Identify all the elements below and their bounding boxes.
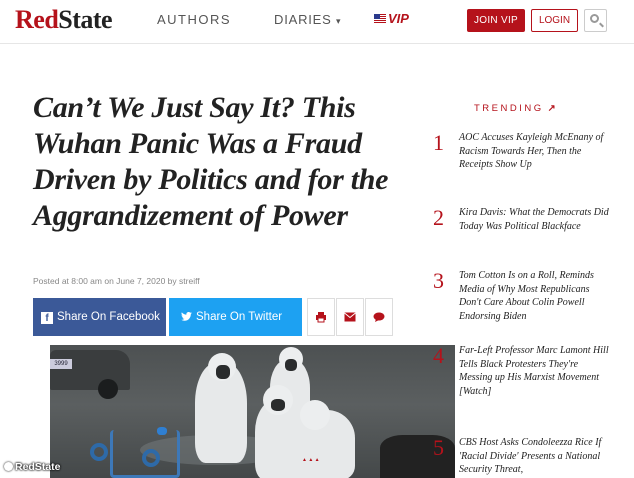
- trending-number: 2: [433, 205, 444, 230]
- respirator-mask: [285, 359, 297, 371]
- share-facebook-button[interactable]: f Share On Facebook: [33, 298, 166, 336]
- nav-authors[interactable]: AUTHORS: [157, 12, 231, 27]
- join-vip-button[interactable]: JOIN VIP: [467, 9, 525, 32]
- comment-button[interactable]: [365, 298, 393, 336]
- trending-link[interactable]: CBS Host Asks Condoleezza Rice If 'Racia…: [459, 436, 609, 477]
- suit-logo: ▲ ▲ ▲: [302, 457, 320, 463]
- watermark-label: RedState: [15, 461, 61, 473]
- print-icon: [316, 312, 326, 323]
- search-icon: [590, 14, 599, 23]
- license-plate: 3999: [50, 359, 72, 369]
- hazmat-hood: [300, 400, 330, 430]
- logo-dark-part: State: [58, 5, 113, 34]
- cart-wheel: [142, 449, 160, 467]
- trending-number: 3: [433, 268, 444, 293]
- cart-wheel: [90, 443, 108, 461]
- watermark-dot-icon: [4, 462, 13, 471]
- facebook-icon: f: [41, 312, 53, 324]
- mail-icon: [344, 312, 356, 322]
- blue-glove: [157, 427, 167, 435]
- article-photo: 3999 ▲ ▲ ▲: [50, 345, 455, 478]
- print-button[interactable]: [307, 298, 335, 336]
- car-shape: [50, 350, 130, 390]
- share-facebook-label: Share On Facebook: [57, 311, 160, 323]
- source-watermark: RedState: [4, 461, 61, 473]
- chevron-down-icon: ▾: [336, 16, 342, 26]
- email-button[interactable]: [336, 298, 364, 336]
- trending-number: 1: [433, 130, 444, 155]
- flag-icon: [374, 14, 386, 23]
- car-tire: [98, 379, 118, 399]
- trending-title: TRENDING: [474, 103, 544, 114]
- twitter-icon: [181, 298, 192, 336]
- trending-link[interactable]: Tom Cotton Is on a Roll, Reminds Media o…: [459, 269, 609, 323]
- article-meta: Posted at 8:00 am on June 7, 2020 by str…: [33, 276, 200, 286]
- search-button[interactable]: [584, 9, 607, 32]
- respirator-mask: [216, 365, 230, 379]
- nav-diaries-label: DIARIES: [274, 12, 332, 27]
- respirator-mask: [271, 399, 285, 411]
- trending-link[interactable]: AOC Accuses Kayleigh McEnany of Racism T…: [459, 131, 609, 172]
- article-headline: Can’t We Just Say It? This Wuhan Panic W…: [33, 91, 389, 232]
- nav-diaries[interactable]: DIARIES ▾: [274, 12, 341, 27]
- trending-link[interactable]: Kira Davis: What the Democrats Did Today…: [459, 206, 609, 233]
- nav-vip-label: VIP: [388, 11, 409, 26]
- trending-heading: TRENDING ↗: [474, 103, 556, 114]
- login-button[interactable]: LOGIN: [531, 9, 578, 32]
- trending-arrow-icon: ↗: [547, 103, 556, 114]
- nav-vip[interactable]: VIP: [374, 11, 409, 26]
- trending-number: 5: [433, 435, 444, 460]
- comment-icon: [373, 312, 385, 322]
- site-header: RedState AUTHORS DIARIES ▾ VIP JOIN VIP …: [0, 0, 634, 44]
- site-logo[interactable]: RedState: [15, 5, 113, 35]
- trending-link[interactable]: Far-Left Professor Marc Lamont Hill Tell…: [459, 344, 609, 398]
- share-twitter-label: Share On Twitter: [196, 311, 283, 323]
- trending-number: 4: [433, 343, 444, 368]
- share-twitter-button[interactable]: Share On Twitter: [169, 298, 302, 336]
- logo-red-part: Red: [15, 5, 59, 34]
